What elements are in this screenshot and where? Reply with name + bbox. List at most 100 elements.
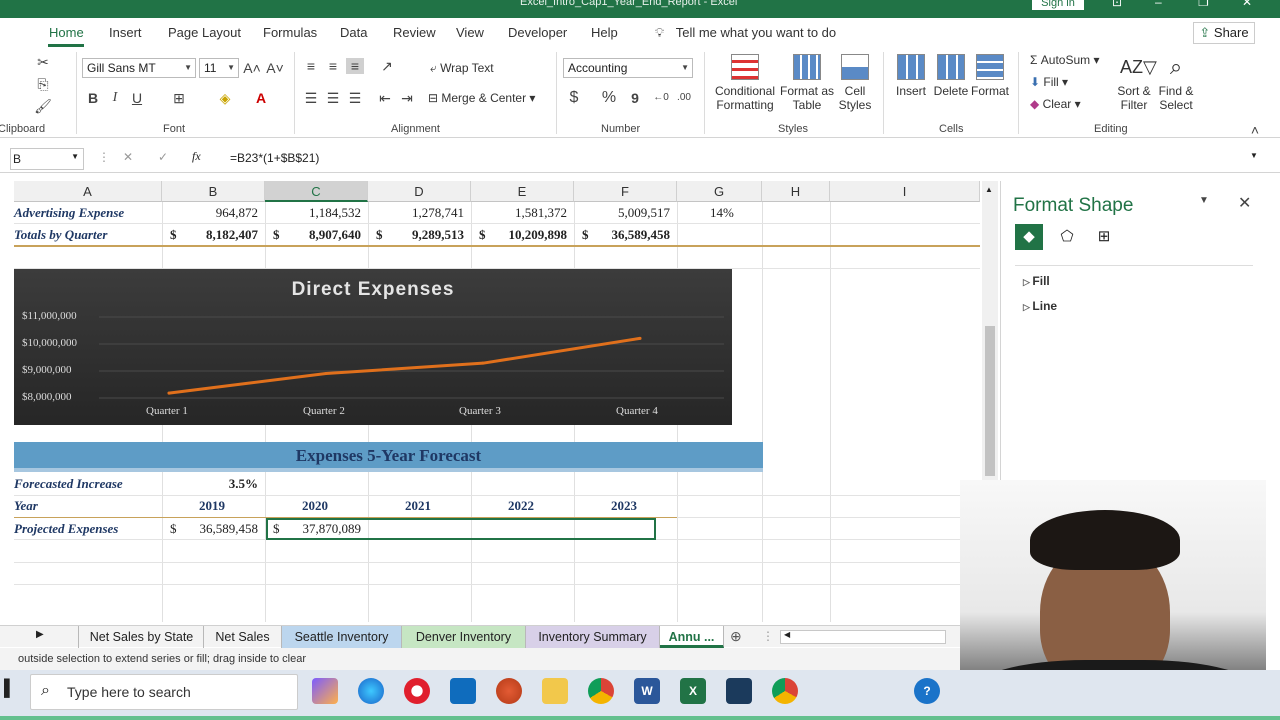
minimize-icon[interactable]: –: [1155, 0, 1162, 9]
tab-view[interactable]: View: [456, 25, 484, 40]
excel-icon[interactable]: X: [680, 678, 706, 704]
fill-section[interactable]: ▷ Fill: [1023, 274, 1050, 288]
forecasted-increase-value[interactable]: 3.5%: [229, 476, 258, 492]
close-window-icon[interactable]: ✕: [1242, 0, 1252, 9]
copilot-icon[interactable]: [312, 678, 338, 704]
scroll-up-icon[interactable]: ▲: [985, 185, 993, 194]
sheet-tab[interactable]: Inventory Summary: [526, 626, 660, 648]
col-header-g[interactable]: G: [677, 181, 762, 202]
sheet-tab[interactable]: Net Sales by State: [80, 626, 204, 648]
totals-f[interactable]: 36,589,458: [612, 227, 671, 243]
tab-review[interactable]: Review: [393, 25, 436, 40]
wrap-text-button[interactable]: ⤶ Wrap Text: [430, 61, 494, 76]
align-middle-icon[interactable]: ≡: [324, 58, 342, 74]
help-icon[interactable]: ?: [914, 678, 940, 704]
line-section[interactable]: ▷ Line: [1023, 299, 1057, 313]
increase-decimal-icon[interactable]: ←0: [652, 90, 670, 106]
align-top-icon[interactable]: ≡: [302, 58, 320, 74]
cell-styles-button[interactable]: Cell Styles: [834, 54, 876, 112]
conditional-formatting-button[interactable]: Conditional Formatting: [709, 54, 781, 112]
col-header-d[interactable]: D: [368, 181, 471, 202]
sheet-tab[interactable]: Net Sales: [204, 626, 282, 648]
decrease-font-icon[interactable]: A˅: [266, 60, 284, 76]
font-name-dropdown[interactable]: Gill Sans MT ▼: [82, 58, 196, 78]
fill-button[interactable]: ⬇ Fill ▾: [1030, 75, 1068, 89]
advertising-b[interactable]: 964,872: [216, 205, 258, 221]
totals-c[interactable]: 8,907,640: [309, 227, 361, 243]
maximize-icon[interactable]: ❐: [1198, 0, 1209, 9]
year-2019[interactable]: 2019: [199, 498, 225, 514]
totals-label[interactable]: Totals by Quarter: [14, 227, 107, 243]
font-size-dropdown[interactable]: 11 ▼: [199, 58, 239, 78]
data-point[interactable]: [324, 371, 328, 375]
year-2022[interactable]: 2022: [508, 498, 534, 514]
sort-filter-button[interactable]: AZ▽ Sort & Filter: [1114, 54, 1157, 112]
percent-icon[interactable]: %: [600, 90, 618, 106]
effects-tab-icon[interactable]: ⬠: [1053, 224, 1081, 250]
tab-page-layout[interactable]: Page Layout: [168, 25, 241, 40]
col-header-c[interactable]: C: [265, 181, 368, 202]
insert-function-icon[interactable]: fx: [192, 149, 201, 164]
advertising-f[interactable]: 5,009,517: [618, 205, 670, 221]
advertising-label[interactable]: Advertising Expense: [14, 205, 124, 221]
increase-indent-icon[interactable]: ⇥: [398, 90, 416, 106]
copy-icon[interactable]: ⎘: [34, 76, 52, 92]
currency-icon[interactable]: $: [565, 90, 583, 106]
outlook-icon[interactable]: [450, 678, 476, 704]
sheet-tab[interactable]: Denver Inventory: [402, 626, 526, 648]
tab-data[interactable]: Data: [340, 25, 367, 40]
horizontal-scrollbar[interactable]: ◀: [780, 630, 946, 644]
series-line[interactable]: [167, 336, 642, 395]
format-cells-button[interactable]: Format: [970, 54, 1010, 98]
orientation-icon[interactable]: ↗: [378, 58, 396, 74]
forecast-banner[interactable]: Expenses 5-Year Forecast: [14, 442, 763, 472]
format-as-table-button[interactable]: Format as Table: [780, 54, 834, 112]
word-icon[interactable]: W: [634, 678, 660, 704]
delete-cells-button[interactable]: Delete: [932, 54, 970, 98]
expand-formula-icon[interactable]: ▼: [1250, 151, 1258, 160]
data-point[interactable]: [481, 361, 485, 365]
scroll-tabs-right-icon[interactable]: ▶: [36, 629, 44, 640]
chrome-icon[interactable]: [772, 678, 798, 704]
tab-formulas[interactable]: Formulas: [263, 25, 317, 40]
clear-button[interactable]: ◆ Clear ▾: [1030, 97, 1081, 111]
advertising-d[interactable]: 1,278,741: [412, 205, 464, 221]
increase-font-icon[interactable]: A˄: [243, 60, 261, 76]
tab-developer[interactable]: Developer: [508, 25, 567, 40]
year-2020[interactable]: 2020: [302, 498, 328, 514]
col-header-f[interactable]: F: [574, 181, 677, 202]
formula-input[interactable]: =B23*(1+$B$21): [230, 151, 319, 165]
col-header-a[interactable]: A: [14, 181, 162, 202]
file-explorer-icon[interactable]: [542, 678, 568, 704]
start-icon[interactable]: ▌: [4, 680, 15, 698]
year-label[interactable]: Year: [14, 498, 38, 514]
projected-label[interactable]: Projected Expenses: [14, 521, 118, 537]
opera-icon[interactable]: [404, 678, 430, 704]
scroll-left-icon[interactable]: ◀: [784, 630, 790, 639]
bold-icon[interactable]: B: [84, 90, 102, 106]
align-right-icon[interactable]: ☰: [346, 90, 364, 106]
tab-insert[interactable]: Insert: [109, 25, 142, 40]
projected-2019[interactable]: 36,589,458: [200, 521, 259, 537]
totals-d[interactable]: 9,289,513: [412, 227, 464, 243]
col-header-i[interactable]: I: [830, 181, 980, 202]
tab-home[interactable]: Home: [49, 25, 84, 40]
chrome-profile-icon[interactable]: [496, 678, 522, 704]
find-select-button[interactable]: ⌕ Find & Select: [1155, 54, 1197, 112]
align-bottom-icon[interactable]: ≡: [346, 58, 364, 74]
borders-icon[interactable]: ⊞: [170, 90, 188, 106]
taskbar-search[interactable]: ⌕ Type here to search: [30, 674, 298, 710]
year-2021[interactable]: 2021: [405, 498, 431, 514]
forecasted-increase-label[interactable]: Forecasted Increase: [14, 476, 123, 492]
collapse-ribbon-icon[interactable]: ˄: [1246, 122, 1264, 138]
advertising-e[interactable]: 1,581,372: [515, 205, 567, 221]
app-icon[interactable]: [726, 678, 752, 704]
col-header-h[interactable]: H: [762, 181, 830, 202]
advertising-c[interactable]: 1,184,532: [309, 205, 361, 221]
add-sheet-icon[interactable]: ⊕: [730, 628, 742, 645]
format-painter-icon[interactable]: 🖌︎: [34, 98, 52, 114]
year-2023[interactable]: 2023: [611, 498, 637, 514]
totals-e[interactable]: 10,209,898: [509, 227, 568, 243]
close-pane-icon[interactable]: ✕: [1238, 193, 1251, 213]
insert-cells-button[interactable]: Insert: [892, 54, 930, 98]
